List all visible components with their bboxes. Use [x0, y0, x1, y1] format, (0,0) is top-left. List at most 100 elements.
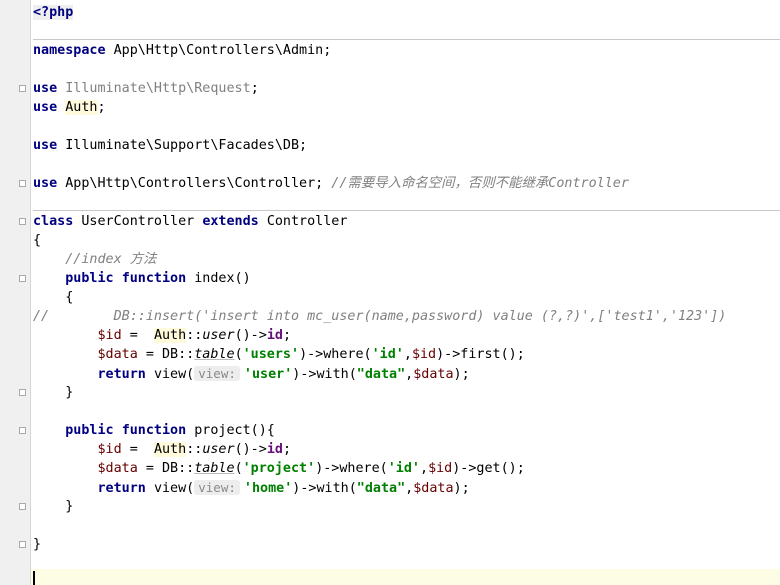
code-token: Illuminate\Support\Facades\DB;: [65, 138, 308, 153]
code-token: project(){: [194, 423, 275, 438]
code-token: //index 方法: [65, 252, 157, 267]
code-token: $data: [97, 461, 138, 476]
code-token: 'users': [242, 347, 300, 362]
code-line[interactable]: <?php: [33, 3, 74, 22]
code-token: user: [202, 442, 235, 457]
code-token: {: [33, 233, 42, 248]
fold-toggle-icon[interactable]: [19, 503, 26, 510]
code-token: function: [121, 423, 195, 438]
code-token: $data: [413, 481, 454, 496]
code-token: Auth: [65, 100, 98, 115]
code-line[interactable]: $data = DB::table('project')->where('id'…: [33, 459, 525, 478]
code-token: use: [33, 100, 66, 115]
code-token: ::: [186, 442, 203, 457]
code-token: = DB::: [137, 461, 195, 476]
code-line[interactable]: }: [33, 535, 41, 554]
code-token: <?php: [33, 5, 74, 20]
code-token: extends: [202, 214, 267, 229]
code-token: ;: [250, 81, 259, 96]
code-editor[interactable]: <?php namespace App\Http\Controllers\Admi…: [33, 0, 780, 585]
code-line[interactable]: use App\Http\Controllers\Controller; //需…: [33, 174, 629, 193]
code-line[interactable]: //index 方法: [33, 250, 157, 269]
code-token: $id: [428, 461, 453, 476]
fold-toggle-icon[interactable]: [19, 541, 26, 548]
code-line[interactable]: $id = Auth::user()->id;: [33, 440, 291, 459]
code-token: //需要导入命名空间，否则不能继承Controller: [331, 176, 629, 191]
code-token: App\Http\Controllers\Admin;: [113, 43, 332, 58]
code-token: )->get();: [452, 461, 525, 476]
code-token: }: [33, 499, 74, 514]
code-line[interactable]: {: [33, 231, 41, 250]
code-token: index(): [194, 271, 251, 286]
code-line[interactable]: namespace App\Http\Controllers\Admin;: [33, 41, 331, 60]
code-token: 'home': [243, 481, 293, 496]
code-token: use: [33, 138, 66, 153]
code-line[interactable]: // DB::insert('insert into mc_user(name,…: [33, 307, 726, 326]
fold-toggle-icon[interactable]: [19, 389, 26, 396]
code-line[interactable]: use Illuminate\Http\Request;: [33, 79, 259, 98]
fold-toggle-icon[interactable]: [19, 427, 26, 434]
code-line[interactable]: {: [33, 288, 73, 307]
fold-toggle-icon[interactable]: [19, 218, 26, 225]
code-token: table: [194, 461, 235, 476]
code-token: function: [121, 271, 195, 286]
code-token: {: [33, 290, 74, 305]
code-line[interactable]: $data = DB::table('users')->where('id',$…: [33, 345, 525, 364]
fold-toggle-icon[interactable]: [19, 275, 26, 282]
code-token: ,: [420, 461, 429, 476]
code-token: =: [121, 442, 154, 457]
code-line[interactable]: use Illuminate\Support\Facades\DB;: [33, 136, 307, 155]
code-token: )->with(: [292, 481, 357, 496]
code-line[interactable]: return view(view:'user')->with("data",$d…: [33, 364, 470, 383]
code-line[interactable]: }: [33, 497, 73, 516]
code-line[interactable]: }: [33, 383, 73, 402]
code-token: 'project': [242, 461, 316, 476]
code-token: ;: [97, 100, 106, 115]
code-token: App\Http\Controllers\Controller;: [65, 176, 332, 191]
code-token: namespace: [33, 43, 114, 58]
code-token: $data: [97, 347, 138, 362]
code-token: (: [234, 347, 243, 362]
code-token: ;: [282, 328, 291, 343]
parameter-hint: view:: [194, 366, 240, 381]
code-token: $id: [97, 328, 122, 343]
code-token: Auth: [153, 328, 187, 343]
code-token: Auth: [153, 442, 187, 457]
code-token: ::: [186, 328, 203, 343]
code-line[interactable]: class UserController extends Controller: [33, 212, 347, 231]
code-line[interactable]: $id = Auth::user()->id;: [33, 326, 291, 345]
code-line[interactable]: return view(view:'home')->with("data",$d…: [33, 478, 470, 497]
code-token: )->where(: [315, 461, 388, 476]
code-line[interactable]: use Auth;: [33, 98, 106, 117]
code-token: (: [234, 461, 243, 476]
code-token: 'id': [371, 347, 404, 362]
code-token: 'user': [243, 367, 293, 382]
code-line[interactable]: public function index(): [33, 269, 251, 288]
code-token: ;: [282, 442, 291, 457]
code-token: Illuminate\Http\Request: [65, 81, 251, 96]
code-token: UserController: [81, 214, 203, 229]
fold-toggle-icon[interactable]: [19, 85, 26, 92]
code-token: $id: [411, 347, 437, 362]
code-token: = DB::: [137, 347, 195, 362]
code-token: 'id': [387, 461, 420, 476]
editor-gutter[interactable]: [0, 0, 31, 585]
fold-toggle-icon[interactable]: [19, 180, 26, 187]
code-token: // DB::insert('insert into mc_user(name,…: [33, 309, 727, 324]
code-token: );: [453, 481, 470, 496]
code-token: }: [33, 537, 42, 552]
code-token: view(: [153, 367, 195, 382]
code-line[interactable]: public function project(){: [33, 421, 275, 440]
code-token: table: [194, 347, 235, 362]
code-token: Controller: [266, 214, 348, 229]
code-token: view(: [153, 481, 195, 496]
code-token: }: [33, 385, 74, 400]
